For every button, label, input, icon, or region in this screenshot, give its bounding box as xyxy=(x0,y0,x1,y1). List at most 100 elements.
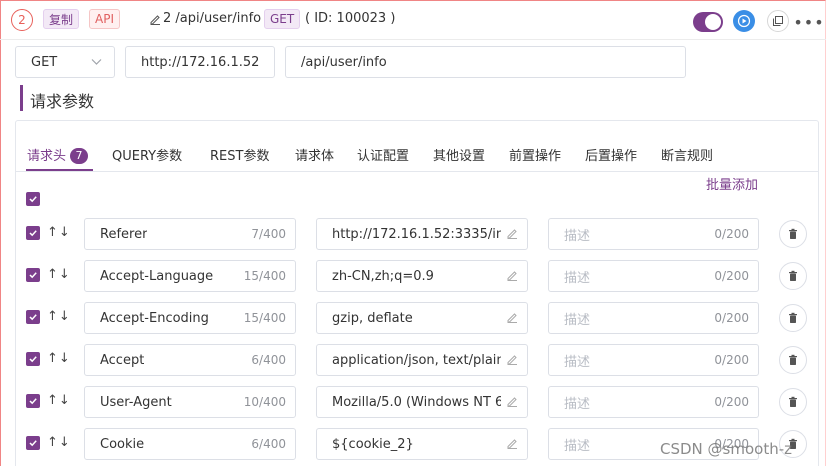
section-title: 请求参数 xyxy=(30,92,95,111)
enable-toggle[interactable] xyxy=(693,12,723,32)
header-value-input[interactable]: zh-CN,zh;q=0.9 xyxy=(316,260,528,292)
tab-rest[interactable]: REST参数 xyxy=(210,145,269,164)
reorder-arrows-icon[interactable]: ↑↓ xyxy=(47,225,71,240)
header-desc-input[interactable]: 描述 0/200 xyxy=(548,302,759,334)
desc-placeholder: 描述 xyxy=(564,312,591,328)
tab-pre-operations[interactable]: 前置操作 xyxy=(509,145,561,164)
row-checkbox[interactable] xyxy=(26,394,40,408)
header-value-input[interactable]: gzip, deflate xyxy=(316,302,528,334)
path-input[interactable]: /api/user/info xyxy=(285,46,686,78)
row-checkbox[interactable] xyxy=(26,436,40,450)
header-desc-input[interactable]: 描述 0/200 xyxy=(548,260,759,292)
desc-char-count: 0/200 xyxy=(710,353,749,367)
row-checkbox[interactable] xyxy=(26,268,40,282)
desc-char-count: 0/200 xyxy=(710,395,749,409)
header-value: application/json, text/plain, */* xyxy=(332,352,501,368)
trash-icon xyxy=(789,354,797,365)
desc-placeholder: 描述 xyxy=(564,228,591,244)
copy-button[interactable] xyxy=(767,10,789,32)
header-value-input[interactable]: Mozilla/5.0 (Windows NT 6.1 xyxy=(316,386,528,418)
tab-assertions[interactable]: 断言规则 xyxy=(661,145,713,164)
header-value-input[interactable]: ${cookie_2} xyxy=(316,428,528,460)
step-number: 2 xyxy=(11,9,33,31)
header-key: Accept xyxy=(100,352,145,368)
chevron-down-icon xyxy=(91,59,102,65)
edit-value-icon[interactable] xyxy=(506,437,518,449)
tab-other-settings[interactable]: 其他设置 xyxy=(433,145,485,164)
tab-body[interactable]: 请求体 xyxy=(295,145,334,164)
reorder-arrows-icon[interactable]: ↑↓ xyxy=(47,435,71,450)
batch-add-link[interactable]: 批量添加 xyxy=(706,174,758,193)
key-char-count: 6/400 xyxy=(247,353,286,367)
key-char-count: 10/400 xyxy=(239,395,286,409)
tab-query[interactable]: QUERY参数 xyxy=(112,145,182,164)
header-desc-input[interactable]: 描述 0/200 xyxy=(548,218,759,250)
edit-icon[interactable] xyxy=(149,13,161,25)
desc-char-count: 0/200 xyxy=(710,227,749,241)
edit-value-icon[interactable] xyxy=(506,353,518,365)
header-key: User-Agent xyxy=(100,394,172,410)
header-key-input[interactable]: User-Agent 10/400 xyxy=(84,386,296,418)
copy-icon xyxy=(773,16,783,26)
edit-value-icon[interactable] xyxy=(506,395,518,407)
trash-icon xyxy=(789,312,797,323)
header-desc-input[interactable]: 描述 0/200 xyxy=(548,386,759,418)
header-value: zh-CN,zh;q=0.9 xyxy=(332,268,434,284)
method-tag: GET xyxy=(264,9,301,29)
tab-auth[interactable]: 认证配置 xyxy=(357,145,409,164)
run-button[interactable] xyxy=(733,10,755,32)
reorder-arrows-icon[interactable]: ↑↓ xyxy=(47,267,71,282)
header-key-input[interactable]: Cookie 6/400 xyxy=(84,428,296,460)
host-input[interactable]: http://172.16.1.52 xyxy=(125,46,275,78)
edit-value-icon[interactable] xyxy=(506,227,518,239)
key-char-count: 15/400 xyxy=(239,269,286,283)
reorder-arrows-icon[interactable]: ↑↓ xyxy=(47,393,71,408)
trash-icon xyxy=(789,396,797,407)
tab-label: 请求头 xyxy=(27,149,67,164)
delete-row-button[interactable] xyxy=(779,220,807,248)
header-value: Mozilla/5.0 (Windows NT 6.1 xyxy=(332,394,501,410)
params-panel: 请求头 7 QUERY参数 REST参数 请求体 认证配置 其他设置 前置操作 后… xyxy=(15,120,819,466)
trash-icon xyxy=(789,270,797,281)
key-char-count: 7/400 xyxy=(247,227,286,241)
row-checkbox[interactable] xyxy=(26,226,40,240)
desc-char-count: 0/200 xyxy=(710,269,749,283)
delete-row-button[interactable] xyxy=(779,262,807,290)
trash-icon xyxy=(789,228,797,239)
check-icon xyxy=(29,230,37,237)
header-value-input[interactable]: application/json, text/plain, */* xyxy=(316,344,528,376)
params-tabs: 请求头 7 QUERY参数 REST参数 请求体 认证配置 其他设置 前置操作 后… xyxy=(16,121,818,172)
check-icon xyxy=(29,272,37,279)
edit-value-icon[interactable] xyxy=(506,269,518,281)
key-char-count: 6/400 xyxy=(247,437,286,451)
header-key: Cookie xyxy=(100,436,145,452)
tab-headers[interactable]: 请求头 7 xyxy=(27,145,89,164)
more-icon[interactable]: ••• xyxy=(793,12,823,32)
header-key-input[interactable]: Accept-Encoding 15/400 xyxy=(84,302,296,334)
delete-row-button[interactable] xyxy=(779,346,807,374)
row-checkbox[interactable] xyxy=(26,352,40,366)
header-value-input[interactable]: http://172.16.1.52:3335/index xyxy=(316,218,528,250)
tab-post-operations[interactable]: 后置操作 xyxy=(585,145,637,164)
reorder-arrows-icon[interactable]: ↑↓ xyxy=(47,309,71,324)
header-key-input[interactable]: Accept 6/400 xyxy=(84,344,296,376)
edit-value-icon[interactable] xyxy=(506,311,518,323)
check-icon xyxy=(29,398,37,405)
header-value: ${cookie_2} xyxy=(332,436,414,452)
header-key: Accept-Language xyxy=(100,268,214,284)
method-select[interactable]: GET xyxy=(15,46,115,78)
active-tab-indicator xyxy=(26,169,93,171)
step-title[interactable]: 2 /api/user/info xyxy=(149,11,261,26)
row-checkbox[interactable] xyxy=(26,310,40,324)
check-icon xyxy=(29,196,37,203)
delete-row-button[interactable] xyxy=(779,388,807,416)
reorder-arrows-icon[interactable]: ↑↓ xyxy=(47,351,71,366)
delete-row-button[interactable] xyxy=(779,304,807,332)
section-marker xyxy=(20,85,23,111)
header-key-input[interactable]: Referer 7/400 xyxy=(84,218,296,250)
header-desc-input[interactable]: 描述 0/200 xyxy=(548,344,759,376)
select-all-checkbox[interactable] xyxy=(26,192,40,206)
copy-tag[interactable]: 复制 xyxy=(43,9,80,29)
header-key-input[interactable]: Accept-Language 15/400 xyxy=(84,260,296,292)
desc-placeholder: 描述 xyxy=(564,354,591,370)
